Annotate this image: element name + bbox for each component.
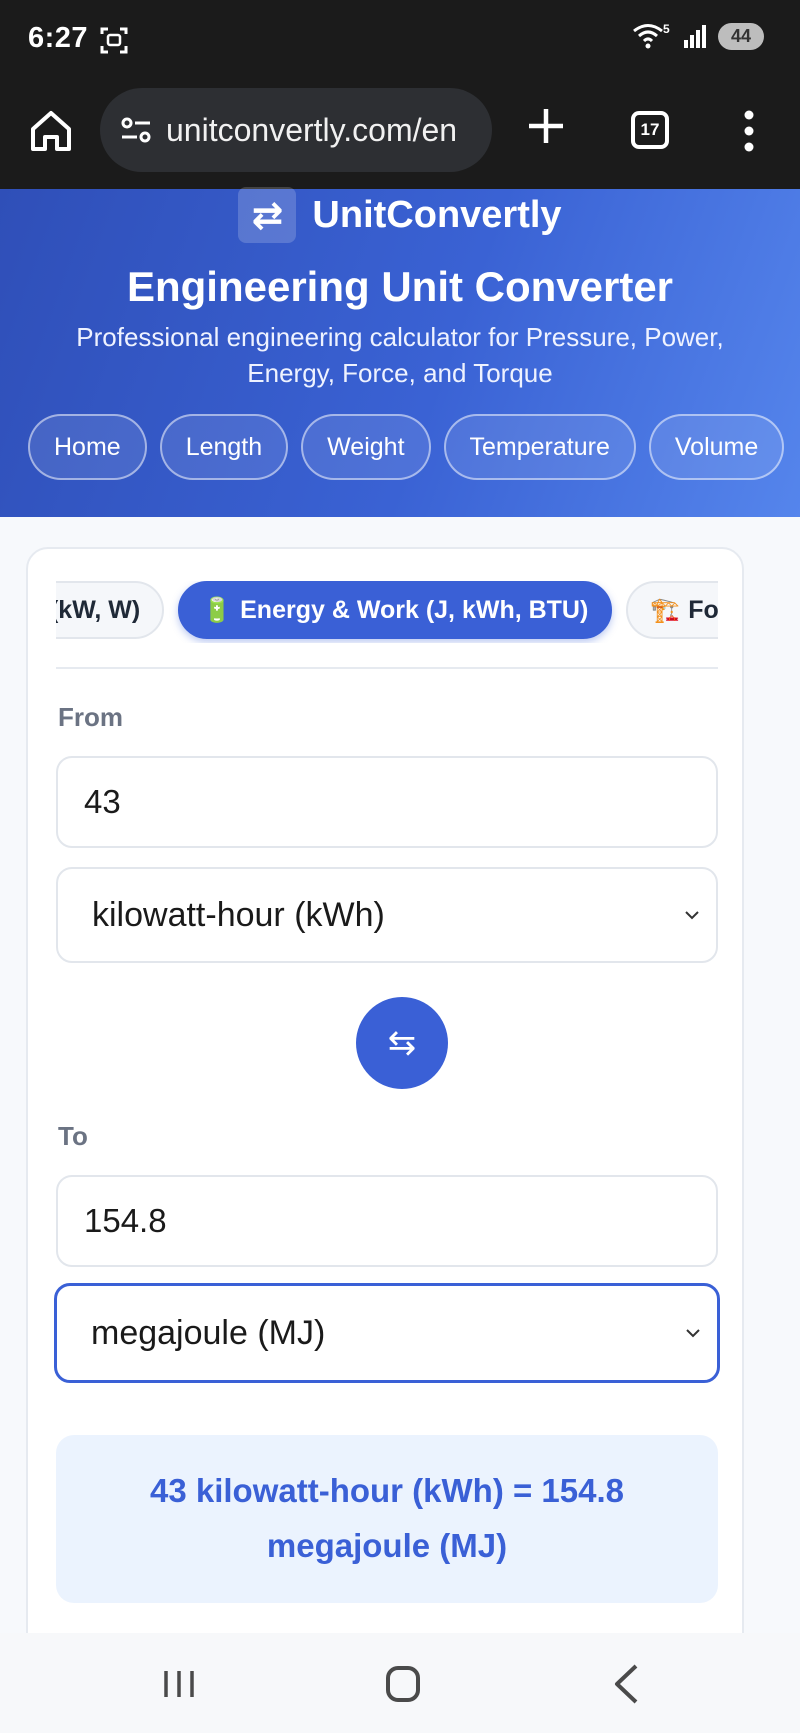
page-subtitle: Professional engineering calculator for … [76, 322, 724, 388]
converter-card: Power (kW, W) 🔋 Energy & Work (J, kWh, B… [26, 547, 744, 1733]
screenshot-icon [100, 27, 128, 54]
to-unit-select[interactable]: megajoule (MJ) [54, 1283, 720, 1383]
site-header: ⇄ UnitConvertly Engineering Unit Convert… [0, 187, 800, 517]
main-nav: Home Length Weight Temperature Volume [28, 414, 785, 480]
from-label: From [58, 702, 123, 732]
status-time: 6:27 [28, 22, 89, 54]
more-menu-icon[interactable] [737, 106, 761, 156]
tab-power[interactable]: Power (kW, W) [56, 581, 165, 639]
crane-emoji-icon: 🏗️ [650, 596, 681, 624]
system-home-icon[interactable] [386, 1666, 420, 1702]
brand[interactable]: ⇄ UnitConvertly [0, 187, 800, 249]
nav-volume[interactable]: Volume [648, 414, 785, 480]
browser-toolbar: unitconvertly.com/en 17 [0, 82, 800, 189]
from-value-input[interactable]: 43 [56, 756, 718, 848]
nav-temperature[interactable]: Temperature [443, 414, 636, 480]
from-unit-value: kilowatt-hour (kWh) [92, 895, 385, 934]
tab-energy-work[interactable]: 🔋 Energy & Work (J, kWh, BTU) [178, 581, 613, 639]
from-unit-select[interactable]: kilowatt-hour (kWh) [56, 867, 718, 963]
to-value-input[interactable]: 154.8 [56, 1175, 718, 1267]
status-icons: 5 44 [632, 22, 764, 50]
to-unit-value: megajoule (MJ) [91, 1313, 326, 1352]
recent-apps-icon[interactable] [162, 1669, 196, 1699]
chevron-down-icon [685, 911, 699, 920]
url-text: unitconvertly.com/en [166, 111, 458, 148]
divider [56, 667, 718, 669]
site-settings-icon[interactable] [118, 112, 154, 148]
nav-weight[interactable]: Weight [301, 414, 431, 480]
wifi-badge: 5 [663, 22, 670, 36]
back-icon[interactable] [612, 1663, 640, 1705]
tab-force-label: Force [688, 595, 718, 624]
nav-length[interactable]: Length [159, 414, 289, 480]
brand-name: UnitConvertly [312, 193, 562, 236]
chevron-down-icon [686, 1329, 700, 1338]
tab-energy-work-label: Energy & Work (J, kWh, BTU) [240, 595, 589, 624]
system-nav-bar [0, 1633, 800, 1733]
page-title: Engineering Unit Converter [126, 263, 674, 310]
battery-emoji-icon: 🔋 [202, 596, 233, 624]
wifi-icon: 5 [633, 22, 670, 49]
to-label: To [58, 1121, 88, 1151]
status-bar: 6:27 5 44 [0, 0, 800, 82]
home-icon[interactable] [28, 108, 74, 154]
address-bar[interactable]: unitconvertly.com/en [100, 88, 492, 172]
signal-icon [684, 25, 706, 48]
battery-icon: 44 [718, 22, 764, 50]
swap-units-button[interactable]: ⇆ [356, 997, 448, 1089]
nav-home[interactable]: Home [28, 414, 147, 480]
brand-logo-icon: ⇄ [238, 187, 297, 243]
new-tab-icon[interactable] [523, 103, 569, 149]
tabs-icon[interactable]: 17 [631, 111, 669, 149]
tab-force[interactable]: 🏗️ Force [626, 581, 718, 639]
conversion-result: 43 kilowatt-hour (kWh) = 154.8 megajoule… [56, 1435, 718, 1603]
category-tabs[interactable]: Power (kW, W) 🔋 Energy & Work (J, kWh, B… [56, 581, 718, 643]
tab-power-label: Power (kW, W) [56, 595, 141, 624]
